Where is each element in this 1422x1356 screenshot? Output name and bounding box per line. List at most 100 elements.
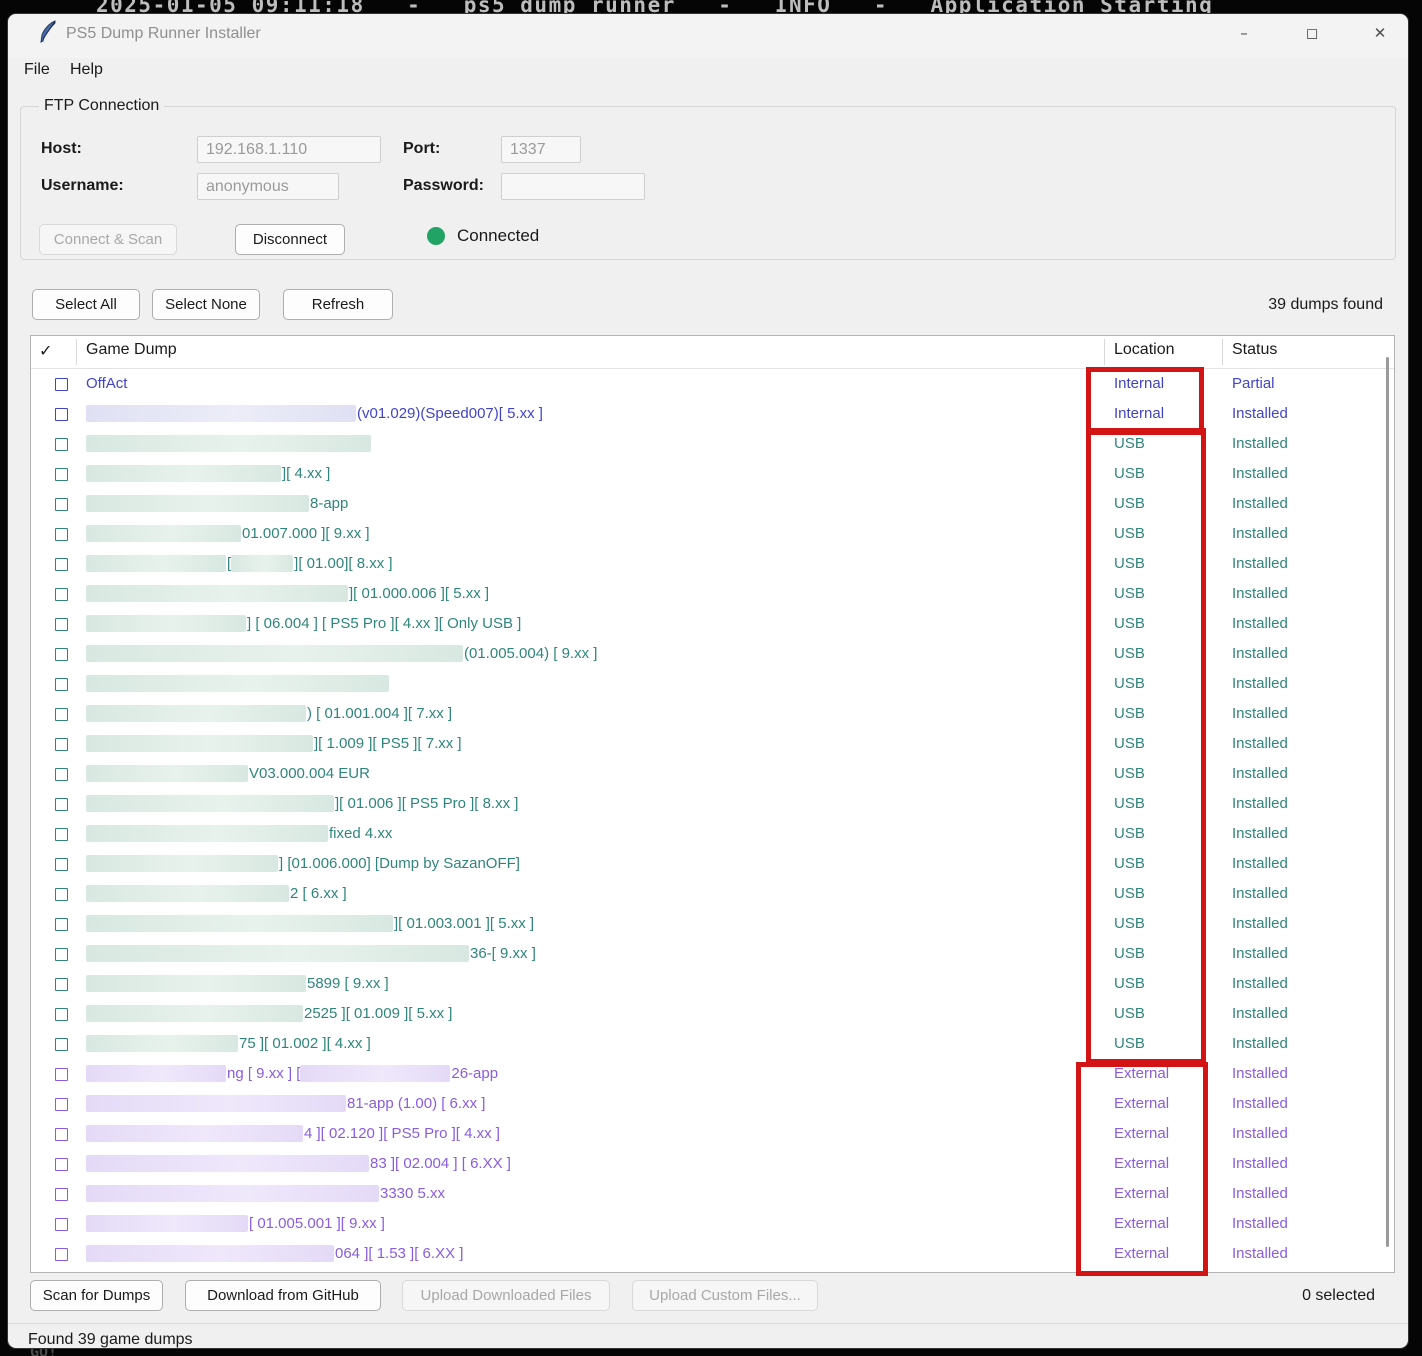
row-checkbox[interactable] (55, 888, 68, 901)
game-dump-text: 3330 5.xx (380, 1185, 445, 1202)
host-input[interactable] (197, 136, 381, 163)
header-game-dump[interactable]: Game Dump (86, 341, 177, 359)
row-checkbox[interactable] (55, 978, 68, 991)
game-dump-text: ][ 01.00][ 8.xx ] (294, 555, 392, 572)
redacted-title-block (86, 1245, 334, 1262)
game-dump-cell (86, 669, 390, 699)
game-dump-text: 83 ][ 02.004 ] [ 6.XX ] (370, 1155, 511, 1172)
refresh-button[interactable]: Refresh (283, 289, 393, 320)
game-dump-text: 81-app (1.00) [ 6.xx ] (347, 1095, 485, 1112)
upload-custom-files-button[interactable]: Upload Custom Files... (632, 1280, 818, 1311)
row-checkbox[interactable] (55, 1008, 68, 1021)
status-cell: Installed (1232, 1209, 1288, 1239)
row-checkbox[interactable] (55, 438, 68, 451)
header-status[interactable]: Status (1232, 341, 1277, 359)
vertical-scrollbar[interactable] (1386, 357, 1389, 1247)
row-checkbox[interactable] (55, 1038, 68, 1051)
row-checkbox[interactable] (55, 768, 68, 781)
game-dump-cell: (v01.029)(Speed007)[ 5.xx ] (86, 399, 543, 429)
password-input[interactable] (501, 173, 645, 200)
redacted-title-block (231, 555, 293, 572)
status-cell: Installed (1232, 1089, 1288, 1119)
game-dump-text: 4 ][ 02.120 ][ PS5 Pro ][ 4.xx ] (304, 1125, 500, 1142)
row-checkbox[interactable] (55, 1128, 68, 1141)
redacted-title-block (86, 975, 306, 992)
game-dump-text: 8-app (310, 495, 348, 512)
close-button[interactable]: ✕ (1357, 16, 1403, 50)
row-checkbox[interactable] (55, 468, 68, 481)
game-dump-cell: ng [ 9.xx ] [26-app (86, 1059, 498, 1089)
game-dump-cell: 5899 [ 9.xx ] (86, 969, 389, 999)
row-checkbox[interactable] (55, 498, 68, 511)
status-cell: Installed (1232, 669, 1288, 699)
game-dump-text: ) [ 01.001.004 ][ 7.xx ] (307, 705, 452, 722)
annotation-box-usb (1086, 428, 1206, 1064)
redacted-title-block (86, 1005, 303, 1022)
game-dump-text: ][ 01.006 ][ PS5 Pro ][ 8.xx ] (335, 795, 518, 812)
menu-help[interactable]: Help (70, 61, 103, 79)
row-checkbox[interactable] (55, 1218, 68, 1231)
select-all-button[interactable]: Select All (32, 289, 140, 320)
row-checkbox[interactable] (55, 378, 68, 391)
maximize-button[interactable]: ◻ (1289, 16, 1335, 50)
header-location[interactable]: Location (1114, 341, 1175, 359)
host-label: Host: (41, 140, 82, 158)
row-checkbox[interactable] (55, 1068, 68, 1081)
select-none-button[interactable]: Select None (152, 289, 260, 320)
row-checkbox[interactable] (55, 1158, 68, 1171)
game-dump-cell: [][ 01.00][ 8.xx ] (86, 549, 393, 579)
row-checkbox[interactable] (55, 948, 68, 961)
row-checkbox[interactable] (55, 828, 68, 841)
game-dump-text: ][ 1.009 ][ PS5 ][ 7.xx ] (314, 735, 462, 752)
row-checkbox[interactable] (55, 618, 68, 631)
upload-downloaded-files-button[interactable]: Upload Downloaded Files (402, 1280, 610, 1311)
row-checkbox[interactable] (55, 648, 68, 661)
row-checkbox[interactable] (55, 588, 68, 601)
game-dump-text: ][ 4.xx ] (282, 465, 330, 482)
download-from-github-button[interactable]: Download from GitHub (185, 1280, 381, 1311)
connected-status-label: Connected (457, 226, 539, 246)
title-bar: PS5 Dump Runner Installer – ◻ ✕ (8, 14, 1408, 58)
disconnect-button[interactable]: Disconnect (235, 224, 345, 255)
game-dump-text: 2525 ][ 01.009 ][ 5.xx ] (304, 1005, 452, 1022)
game-dump-cell (86, 429, 372, 459)
status-cell: Installed (1232, 1149, 1288, 1179)
game-dump-cell: OffAct (86, 369, 127, 399)
row-checkbox[interactable] (55, 738, 68, 751)
game-dump-text: ] [ 06.004 ] [ PS5 Pro ][ 4.xx ][ Only U… (247, 615, 521, 632)
row-checkbox[interactable] (55, 1188, 68, 1201)
game-dump-cell: 01.007.000 ][ 9.xx ] (86, 519, 370, 549)
row-checkbox[interactable] (55, 798, 68, 811)
row-checkbox[interactable] (55, 1098, 68, 1111)
group-legend: FTP Connection (39, 97, 164, 115)
status-cell: Installed (1232, 549, 1288, 579)
row-checkbox[interactable] (55, 918, 68, 931)
status-cell: Installed (1232, 1029, 1288, 1059)
redacted-title-block (86, 555, 226, 572)
row-checkbox[interactable] (55, 1248, 68, 1261)
redacted-title-block (86, 525, 241, 542)
scan-for-dumps-button[interactable]: Scan for Dumps (30, 1280, 163, 1311)
redacted-title-block (86, 615, 246, 632)
username-input[interactable] (197, 173, 339, 200)
game-dump-text: ][ 01.000.006 ][ 5.xx ] (349, 585, 489, 602)
connect-scan-button[interactable]: Connect & Scan (39, 224, 177, 255)
row-checkbox[interactable] (55, 558, 68, 571)
row-checkbox[interactable] (55, 528, 68, 541)
minimize-button[interactable]: – (1221, 16, 1267, 50)
row-checkbox[interactable] (55, 678, 68, 691)
game-dump-text: fixed 4.xx (329, 825, 392, 842)
game-dump-text: 75 ][ 01.002 ][ 4.xx ] (239, 1035, 371, 1052)
port-input[interactable] (501, 136, 581, 163)
row-checkbox[interactable] (55, 858, 68, 871)
redacted-title-block (86, 435, 371, 452)
game-dump-cell: ][ 01.003.001 ][ 5.xx ] (86, 909, 534, 939)
menu-file[interactable]: File (24, 61, 50, 79)
game-dump-text: ][ 01.003.001 ][ 5.xx ] (394, 915, 534, 932)
row-checkbox[interactable] (55, 708, 68, 721)
game-dump-text: 2 [ 6.xx ] (290, 885, 347, 902)
row-checkbox[interactable] (55, 408, 68, 421)
game-dump-text: (01.005.004) [ 9.xx ] (464, 645, 597, 662)
game-dump-cell: 2525 ][ 01.009 ][ 5.xx ] (86, 999, 452, 1029)
redacted-title-block (86, 735, 313, 752)
